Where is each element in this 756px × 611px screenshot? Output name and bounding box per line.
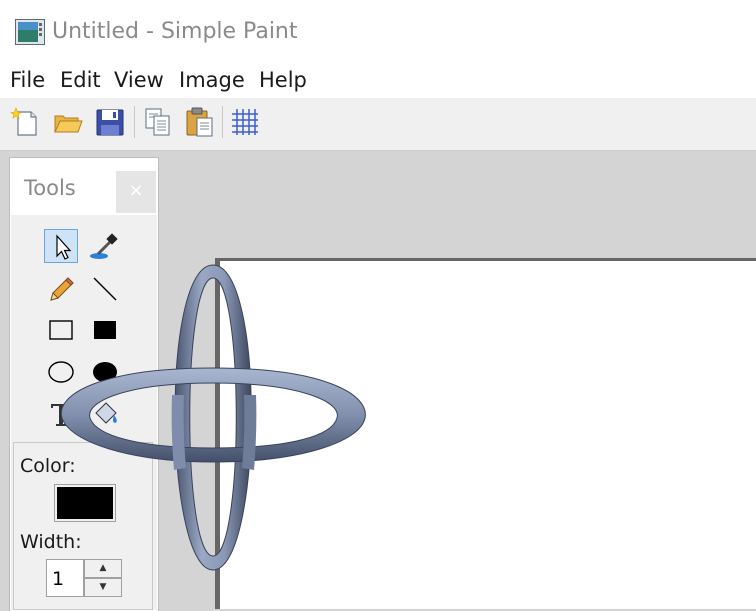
close-icon[interactable]: ×	[116, 171, 156, 213]
paste-icon[interactable]	[184, 106, 216, 138]
filled-ellipse-tool[interactable]	[88, 355, 122, 389]
menu-view[interactable]: View	[112, 68, 166, 92]
cursor-arrow-icon	[56, 234, 72, 260]
pencil-tool[interactable]	[44, 272, 78, 306]
width-label: Width:	[20, 531, 82, 553]
grid-icon[interactable]	[229, 106, 261, 138]
eyedropper-tool[interactable]	[88, 229, 122, 263]
width-increment-button[interactable]: ▲	[84, 559, 122, 578]
menu-image[interactable]: Image	[177, 68, 247, 92]
menu-help[interactable]: Help	[257, 68, 309, 92]
paint-bucket-icon	[95, 402, 117, 424]
filled-rectangle-tool[interactable]	[88, 313, 122, 347]
ellipse-filled-icon	[93, 362, 117, 382]
open-icon[interactable]	[52, 106, 84, 138]
drawing-canvas[interactable]	[220, 261, 756, 609]
rectangle-tool[interactable]	[44, 313, 78, 347]
pencil-icon	[50, 277, 74, 301]
select-tool[interactable]	[44, 229, 78, 263]
tools-panel-title: Tools	[24, 176, 76, 200]
width-input[interactable]: 1	[46, 559, 84, 597]
menu-file[interactable]: File	[8, 68, 47, 92]
width-decrement-button[interactable]: ▼	[84, 578, 122, 597]
toolbar	[0, 98, 756, 151]
toolbar-separator	[222, 106, 223, 138]
toolbar-separator	[134, 106, 135, 138]
save-icon[interactable]	[94, 106, 126, 138]
copy-icon[interactable]	[142, 106, 174, 138]
line-tool[interactable]	[88, 272, 122, 306]
ellipse-outline-icon	[48, 361, 74, 383]
color-swatch-button[interactable]	[54, 484, 116, 522]
eyedropper-icon	[90, 233, 118, 259]
fill-tool[interactable]	[88, 397, 122, 431]
menu-bar: File Edit View Image Help	[0, 64, 756, 98]
line-icon	[93, 277, 117, 301]
color-swatch	[57, 487, 113, 519]
rectangle-outline-icon	[49, 320, 73, 340]
menu-edit[interactable]: Edit	[58, 68, 103, 92]
tools-panel-header: Tools ×	[11, 159, 157, 215]
text-tool[interactable]	[44, 397, 78, 431]
tool-properties: Color: Width: 1 ▲ ▼	[13, 442, 153, 610]
new-icon[interactable]	[10, 106, 42, 138]
app-icon	[15, 19, 45, 45]
rectangle-filled-icon	[94, 321, 116, 339]
window-title: Untitled - Simple Paint	[52, 19, 298, 44]
ellipse-tool[interactable]	[44, 355, 78, 389]
text-icon	[51, 404, 71, 426]
color-label: Color:	[20, 455, 76, 477]
tools-panel: Tools × Color: Width: 1 ▲ ▼	[10, 158, 158, 611]
title-bar: Untitled - Simple Paint	[0, 0, 756, 64]
